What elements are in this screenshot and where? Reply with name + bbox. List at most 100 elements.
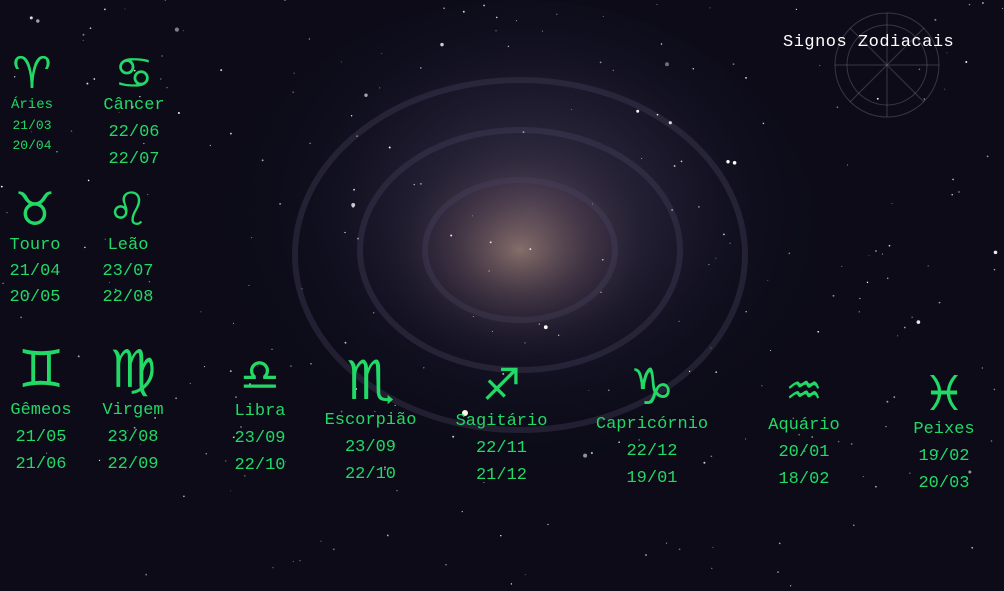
star (745, 77, 747, 79)
star (923, 98, 926, 100)
star (351, 203, 356, 207)
star (510, 583, 513, 585)
sign-cancer[interactable]: ♋ Câncer 22/06 22/07 (79, 48, 189, 169)
star (495, 16, 498, 19)
star (965, 61, 968, 63)
star (251, 237, 253, 239)
star (230, 490, 232, 492)
star (777, 571, 779, 573)
star (344, 341, 347, 344)
star (279, 203, 281, 205)
star (82, 33, 85, 36)
sign-name: Libra (234, 402, 286, 421)
star (461, 510, 463, 513)
star (698, 206, 700, 208)
star (986, 155, 989, 158)
star (789, 585, 792, 587)
sign-aquario[interactable]: ♒ Aquário 20/01 18/02 (749, 366, 859, 489)
sign-start-date: 23/09 (344, 438, 396, 457)
star (866, 281, 869, 284)
star (104, 8, 106, 11)
sign-peixes[interactable]: ♓ Peixes 19/02 20/03 (889, 370, 999, 492)
star (488, 270, 490, 272)
star (445, 564, 447, 566)
star (462, 10, 465, 13)
star (665, 62, 669, 67)
star (233, 322, 234, 324)
sign-name: Peixes (913, 420, 975, 439)
sign-start-date: 22/06 (108, 123, 160, 142)
star (891, 203, 893, 205)
sign-start-date: 21/03 (12, 118, 52, 133)
sign-start-date: 23/08 (107, 428, 159, 447)
sign-virgem[interactable]: ♍ Virgem 23/08 22/09 (78, 344, 188, 473)
star (293, 72, 295, 74)
sign-start-date: 19/02 (918, 447, 970, 466)
star (709, 7, 711, 9)
star (993, 268, 996, 271)
star (678, 320, 680, 322)
star (420, 183, 422, 185)
sign-aries[interactable]: ♈ Áries 21/03 20/04 (0, 48, 87, 153)
star (668, 121, 672, 125)
sign-capricornio[interactable]: ♑ Capricórnio 22/12 19/01 (582, 362, 722, 487)
star (174, 27, 179, 32)
star (656, 113, 659, 116)
star (489, 241, 492, 244)
star (858, 311, 860, 313)
star (244, 475, 246, 477)
star (729, 242, 731, 244)
aquarius-icon: ♒ (785, 366, 823, 415)
sign-start-date: 22/12 (626, 442, 678, 461)
star (164, 0, 166, 1)
star (993, 250, 998, 255)
star (708, 264, 710, 266)
star (938, 301, 941, 304)
star (660, 43, 663, 45)
star (656, 4, 658, 6)
star (357, 237, 359, 240)
scorpio-icon: ♏ (346, 349, 395, 412)
sign-end-date: 20/04 (12, 138, 52, 153)
star (524, 574, 526, 576)
star (301, 288, 303, 290)
star (440, 42, 444, 47)
star (491, 330, 493, 332)
sign-libra[interactable]: ♎ Libra 23/09 22/10 (205, 354, 315, 475)
sign-sagitario[interactable]: ♐ Sagitário 22/11 21/12 (444, 364, 559, 485)
star (762, 122, 765, 125)
star (420, 67, 422, 69)
star (87, 179, 90, 182)
star (745, 438, 747, 440)
star (209, 144, 211, 147)
star (645, 554, 647, 556)
sign-end-date: 20/03 (918, 474, 970, 493)
star (82, 39, 84, 41)
cancer-icon: ♋ (114, 48, 154, 99)
star (495, 30, 497, 32)
star (862, 476, 864, 478)
star (200, 311, 202, 313)
sign-end-date: 19/01 (626, 469, 678, 488)
star (726, 160, 730, 164)
star (1002, 7, 1004, 9)
star (364, 93, 368, 97)
sign-end-date: 18/02 (778, 470, 830, 489)
leo-icon: ♌ (107, 182, 149, 236)
sign-leao[interactable]: ♌ Leão 23/07 22/08 (73, 186, 183, 306)
star (666, 542, 668, 544)
star (248, 284, 250, 286)
star (292, 561, 294, 563)
star (946, 52, 948, 54)
star (189, 382, 191, 384)
star (832, 294, 835, 297)
sign-escorpiao[interactable]: ♏ Escorpião 23/09 22/10 (313, 349, 428, 484)
capricorn-icon: ♑ (629, 358, 675, 416)
star (934, 18, 937, 21)
star (944, 88, 946, 90)
aries-icon: ♈ (12, 48, 52, 99)
star (841, 265, 843, 267)
star (952, 178, 954, 181)
star (350, 115, 353, 117)
star (340, 61, 342, 63)
